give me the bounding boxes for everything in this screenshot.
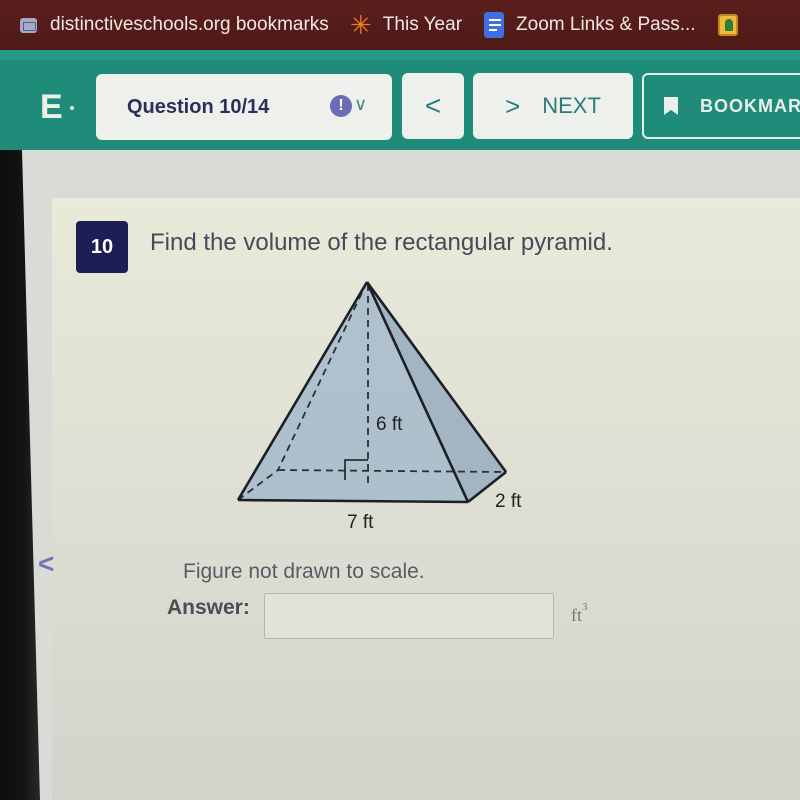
width-label: 2 ft xyxy=(495,491,522,512)
question-number-badge: 10 xyxy=(76,221,128,273)
bookmark-label: This Year xyxy=(382,14,463,35)
chevron-right-icon: > xyxy=(505,90,521,121)
assessment-header: E Question 10/14 ! ∨ < > NEXT BOOKMAR xyxy=(0,50,800,150)
folder-icon xyxy=(18,15,38,35)
length-label: 7 ft xyxy=(347,512,374,533)
bookmark-zoom-links[interactable]: Zoom Links & Pass... xyxy=(484,12,696,38)
browser-screen: distinctiveschools.org bookmarks ✳ This … xyxy=(0,0,800,800)
height-label: 6 ft xyxy=(376,414,403,435)
pyramid-figure: 6 ft 7 ft 2 ft xyxy=(236,281,522,533)
answer-unit: ft3 xyxy=(571,601,588,626)
answer-input[interactable] xyxy=(264,593,554,639)
bookmark-icon xyxy=(664,97,678,115)
question-prompt: Find the volume of the rectangular pyram… xyxy=(150,229,613,256)
doc-icon xyxy=(484,12,505,38)
next-label: NEXT xyxy=(542,93,601,118)
previous-question-button[interactable]: < xyxy=(402,73,464,139)
question-selector[interactable]: Question 10/14 ! ∨ xyxy=(96,74,392,140)
brand-dot xyxy=(70,106,74,110)
flag-alert-icon: ! xyxy=(330,95,352,117)
spark-icon: ✳ xyxy=(349,10,372,40)
chevron-left-icon: < xyxy=(424,90,442,121)
person-icon xyxy=(717,14,738,36)
bookmark-classroom[interactable] xyxy=(717,14,750,36)
chevron-down-icon: ∨ xyxy=(354,94,368,114)
bookmark-label: distinctiveschools.org bookmarks xyxy=(50,14,329,35)
answer-label: Answer: xyxy=(167,596,250,619)
unit-text: ft xyxy=(571,605,582,625)
brand-logo: E xyxy=(40,88,63,126)
question-selector-label: Question 10/14 xyxy=(127,95,270,118)
next-question-button[interactable]: > NEXT xyxy=(473,73,633,139)
bookmark-label: BOOKMAR xyxy=(700,95,800,116)
side-previous-arrow[interactable]: < xyxy=(38,548,54,580)
bookmark-this-year[interactable]: ✳ This Year xyxy=(349,10,463,40)
figure-scale-note: Figure not drawn to scale. xyxy=(183,560,425,583)
unit-exponent: 3 xyxy=(582,601,588,613)
bookmark-button[interactable]: BOOKMAR xyxy=(642,73,800,139)
bookmarks-bar: distinctiveschools.org bookmarks ✳ This … xyxy=(0,0,800,50)
bookmark-label: Zoom Links & Pass... xyxy=(516,14,696,35)
bookmark-folder-distinctiveschools[interactable]: distinctiveschools.org bookmarks xyxy=(18,14,329,36)
